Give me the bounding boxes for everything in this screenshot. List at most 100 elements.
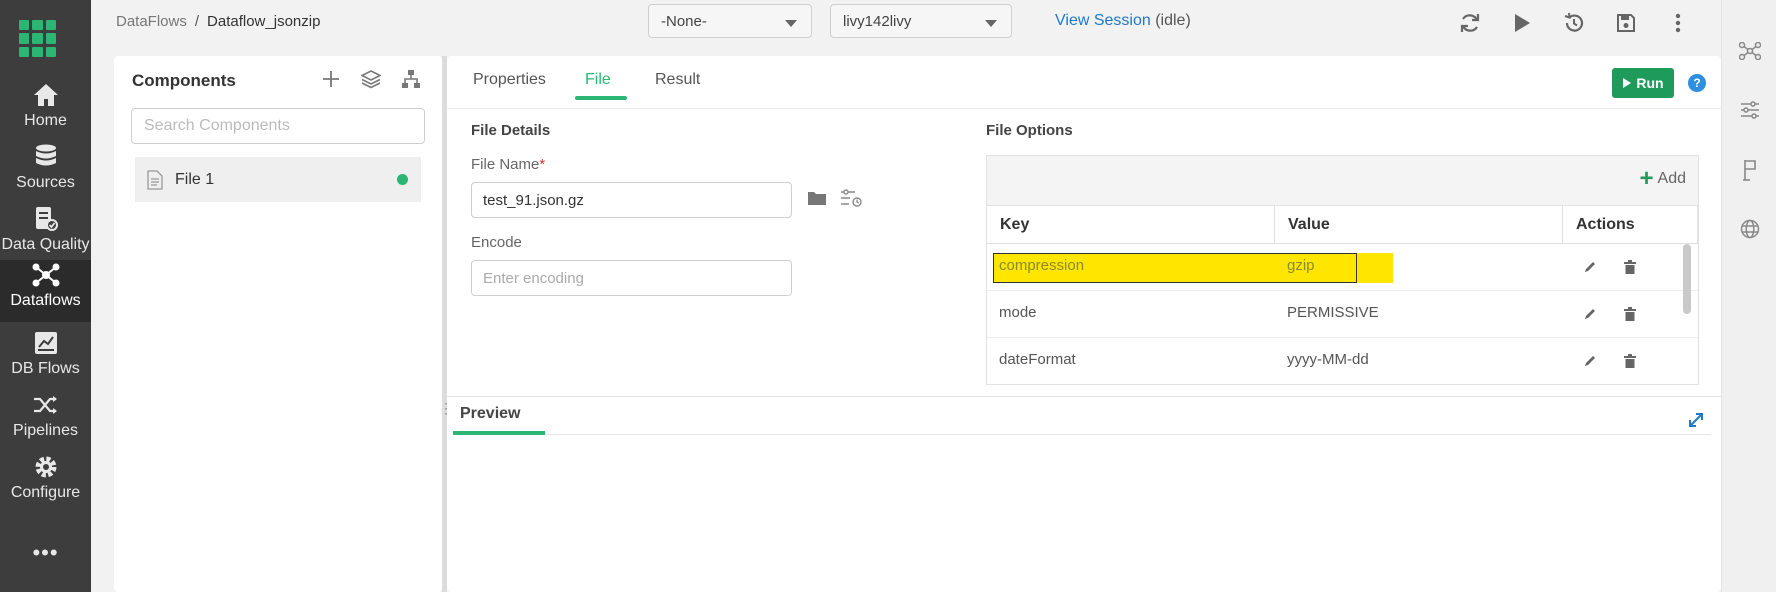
file-options-title: File Options	[986, 122, 1073, 139]
breadcrumb-root[interactable]: DataFlows	[116, 13, 187, 30]
sliders-icon[interactable]	[1739, 99, 1761, 121]
trash-icon[interactable]	[1621, 305, 1639, 323]
preview-panel: ⋮ Preview	[439, 396, 1721, 592]
nav-item-dataflows[interactable]: Dataflows	[0, 260, 91, 322]
encode-input[interactable]	[471, 260, 792, 296]
tab-properties[interactable]: Properties	[473, 71, 546, 89]
run-button[interactable]: Run	[1612, 68, 1674, 98]
active-tab-indicator	[453, 431, 545, 435]
save-icon[interactable]	[1613, 10, 1639, 36]
table-row[interactable]: mode PERMISSIVE	[987, 291, 1698, 338]
resize-handle-icon[interactable]: ⋮	[439, 401, 453, 425]
add-option-button[interactable]: + Add	[1639, 165, 1686, 192]
home-icon	[33, 80, 59, 110]
right-rail	[1721, 0, 1776, 592]
cell-value: gzip	[1287, 257, 1315, 274]
preview-divider	[453, 434, 1711, 435]
tab-preview[interactable]: Preview	[460, 405, 520, 423]
active-tab-indicator	[575, 96, 627, 100]
file-options-table: + Add Key Value Actions compression gzip…	[986, 155, 1699, 385]
status-dot	[397, 174, 408, 185]
cluster-select[interactable]: livy142livy	[830, 4, 1012, 38]
flow-graph-icon[interactable]	[1739, 40, 1761, 62]
table-row[interactable]: dateFormat yyyy-MM-dd	[987, 338, 1698, 385]
more-menu-button[interactable]: •••	[0, 540, 91, 566]
required-marker: *	[539, 156, 546, 173]
components-title: Components	[132, 71, 236, 90]
components-actions	[320, 68, 422, 90]
nav-label: Data Quality	[1, 236, 90, 253]
layers-icon[interactable]	[360, 68, 382, 90]
nav-label: Home	[24, 112, 67, 129]
nav-label: Sources	[16, 174, 75, 191]
search-components-input[interactable]	[131, 108, 425, 144]
config-select[interactable]: -None-	[648, 4, 812, 38]
table-row[interactable]: compression gzip	[987, 244, 1698, 291]
cell-key: compression	[999, 257, 1085, 274]
file-settings-icon[interactable]	[840, 187, 862, 209]
view-session-link[interactable]: View Session	[1055, 12, 1151, 29]
table-toolbar: + Add	[987, 156, 1698, 206]
cell-key: mode	[999, 304, 1037, 321]
cluster-select-value: livy142livy	[843, 13, 912, 30]
column-header-key[interactable]: Key	[987, 206, 1275, 244]
help-icon[interactable]: ?	[1688, 74, 1706, 92]
nav-item-db-flows[interactable]: DB Flows	[0, 328, 91, 390]
config-select-value: -None-	[661, 13, 707, 30]
gear-icon	[33, 452, 59, 482]
dataflows-icon	[31, 260, 61, 290]
history-icon[interactable]	[1561, 10, 1587, 36]
file-icon	[147, 169, 163, 190]
nav-item-data-quality[interactable]: Data Quality	[0, 204, 91, 266]
nav-item-configure[interactable]: Configure	[0, 452, 91, 514]
file-details-title: File Details	[471, 122, 551, 139]
trash-icon[interactable]	[1621, 352, 1639, 370]
toolbar	[1457, 10, 1691, 36]
add-component-icon[interactable]	[320, 68, 342, 90]
nav-item-sources[interactable]: Sources	[0, 142, 91, 204]
hierarchy-icon[interactable]	[400, 68, 422, 90]
file-name-label: File Name*	[471, 156, 545, 173]
flag-icon[interactable]	[1739, 159, 1761, 181]
breadcrumb: DataFlows / Dataflow_jsonzip	[116, 13, 320, 30]
db-flows-icon	[34, 328, 58, 358]
folder-icon[interactable]	[806, 187, 828, 209]
chevron-down-icon	[785, 20, 797, 27]
database-icon	[35, 142, 57, 172]
left-nav: Home Sources Data Quality Dataflows DB F…	[0, 0, 91, 592]
tab-file[interactable]: File	[585, 71, 611, 89]
cell-value: yyyy-MM-dd	[1287, 351, 1369, 368]
tab-result[interactable]: Result	[655, 71, 700, 89]
breadcrumb-current: Dataflow_jsonzip	[207, 13, 321, 30]
component-label: File 1	[175, 170, 215, 188]
refresh-icon[interactable]	[1457, 10, 1483, 36]
data-quality-icon	[34, 204, 58, 234]
top-bar: DataFlows / Dataflow_jsonzip -None- livy14…	[91, 0, 1721, 48]
column-header-actions: Actions	[1563, 206, 1698, 244]
cell-key: dateFormat	[999, 351, 1076, 368]
app-logo[interactable]	[19, 20, 56, 57]
edit-icon[interactable]	[1581, 305, 1599, 323]
run-label: Run	[1636, 75, 1664, 91]
pipelines-icon	[33, 390, 59, 420]
play-icon[interactable]	[1509, 10, 1535, 36]
globe-icon[interactable]	[1739, 218, 1761, 240]
table-scrollbar[interactable]	[1683, 244, 1691, 314]
plus-icon: +	[1639, 165, 1654, 192]
nav-item-home[interactable]: Home	[0, 80, 91, 142]
breadcrumb-separator: /	[194, 13, 200, 30]
chevron-down-icon	[985, 20, 997, 27]
nav-item-pipelines[interactable]: Pipelines	[0, 390, 91, 452]
nav-label: Configure	[10, 484, 81, 501]
trash-icon[interactable]	[1621, 258, 1639, 276]
more-vertical-icon[interactable]	[1665, 10, 1691, 36]
nav-label: Dataflows	[10, 292, 81, 309]
edit-icon[interactable]	[1581, 258, 1599, 276]
cell-value: PERMISSIVE	[1287, 304, 1379, 321]
file-name-input[interactable]	[471, 182, 792, 218]
main-panel: Properties File Result Run ? File Detail…	[439, 56, 1721, 592]
expand-icon[interactable]	[1687, 411, 1705, 429]
column-header-value[interactable]: Value	[1275, 206, 1563, 244]
edit-icon[interactable]	[1581, 352, 1599, 370]
component-item-file-1[interactable]: File 1	[135, 157, 421, 202]
